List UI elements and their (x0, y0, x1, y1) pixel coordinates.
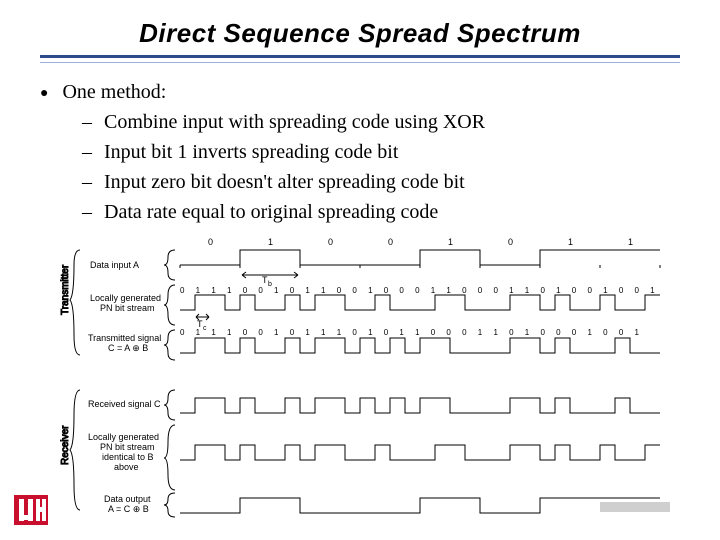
waveform-data-output (180, 498, 660, 513)
svg-text:1: 1 (568, 237, 573, 247)
slide-title: Direct Sequence Spread Spectrum (40, 18, 680, 49)
sub-bullet-text: Data rate equal to original spreading co… (104, 197, 438, 227)
row-label-pn-b: PN bit stream (100, 303, 155, 313)
tx-bits: 0 1 1 1 0 0 1 0 1 1 1 0 1 0 1 1 0 0 0 1 … (180, 328, 643, 337)
sub-bullet-text: Combine input with spreading code using … (104, 107, 485, 137)
footer-bar (600, 502, 670, 512)
row-label-pn2-c: identical to B (102, 452, 154, 462)
svg-text:1: 1 (448, 237, 453, 247)
bullet-lvl2: – Input zero bit doesn't alter spreading… (82, 167, 680, 197)
title-rule (40, 55, 680, 63)
svg-text:0: 0 (508, 237, 513, 247)
bullet-text: One method: (62, 77, 166, 107)
dash-icon: – (82, 107, 92, 137)
dash-icon: – (82, 197, 92, 227)
waveform-rx (180, 398, 660, 413)
svg-text:0: 0 (328, 237, 333, 247)
transmitter-label: Transmitter (60, 264, 71, 315)
svg-text:0: 0 (208, 237, 213, 247)
row-label-pn2-a: Locally generated (88, 432, 159, 442)
pn-bits: 0 1 1 1 0 0 1 0 1 1 0 0 1 0 0 0 1 1 0 0 … (180, 286, 659, 295)
row-label-pn2-d: above (114, 462, 139, 472)
row-label-pn2-b: PN bit stream (100, 442, 155, 452)
dash-icon: – (82, 167, 92, 197)
uh-logo-icon (14, 495, 48, 530)
row-label-rx: Received signal C (88, 399, 161, 409)
bullet-lvl2: – Combine input with spreading code usin… (82, 107, 680, 137)
sub-bullet-text: Input zero bit doesn't alter spreading c… (104, 167, 465, 197)
row-label-out-a: Data output (104, 494, 151, 504)
waveform-pn: 0 1 1 1 0 0 1 0 1 1 0 0 1 0 0 0 1 1 0 0 … (180, 286, 660, 332)
bullet-lvl1: ● One method: (40, 77, 680, 107)
dash-icon: – (82, 137, 92, 167)
receiver-label: Receiver (60, 425, 71, 465)
row-label-data-input: Data input A (90, 260, 139, 270)
waveform-pn-rx (180, 445, 660, 460)
dsss-diagram: Transmitter Receiver Data input A Locall… (60, 235, 680, 525)
row-label-out-b: A = C ⊕ B (108, 504, 149, 514)
sub-bullet-text: Input bit 1 inverts spreading code bit (104, 137, 398, 167)
row-label-pn-a: Locally generated (90, 293, 161, 303)
svg-text:1: 1 (628, 237, 633, 247)
bullet-list: ● One method: – Combine input with sprea… (40, 77, 680, 227)
svg-text:0: 0 (388, 237, 393, 247)
bullet-lvl2: – Data rate equal to original spreading … (82, 197, 680, 227)
bullet-lvl2: – Input bit 1 inverts spreading code bit (82, 137, 680, 167)
row-label-tx-a: Transmitted signal (88, 333, 161, 343)
svg-text:1: 1 (268, 237, 273, 247)
waveform-tx: 0 1 1 1 0 0 1 0 1 1 1 0 1 0 1 1 0 0 0 1 … (180, 328, 660, 353)
row-label-tx-b: C = A ⊕ B (108, 343, 148, 353)
bullet-dot-icon: ● (40, 83, 48, 104)
waveform-data-input: 0 1 0 0 1 0 1 1 T b (180, 237, 660, 288)
